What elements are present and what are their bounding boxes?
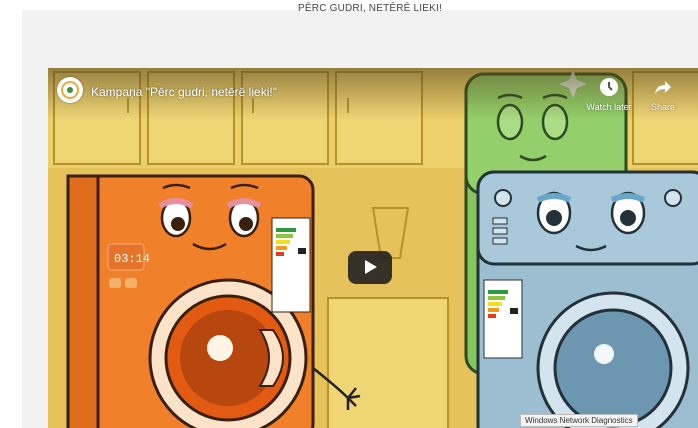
channel-avatar[interactable] (57, 77, 83, 103)
play-icon (365, 260, 377, 274)
svg-text:03:14: 03:14 (114, 252, 150, 266)
channel-logo-dot (67, 87, 73, 93)
clock-icon (600, 78, 618, 96)
video-player[interactable]: 03:14 Kampaņa "Pērc gudri, netērē lieki!… (48, 68, 698, 428)
watch-later-label: Watch later (586, 102, 632, 112)
video-caption: PĒRC GUDRI, NETĒRĒ LIEKI! (298, 3, 442, 14)
share-label: Share (650, 102, 676, 112)
video-title[interactable]: Kampaņa "Pērc gudri, netērē lieki!" (91, 85, 277, 99)
share-arrow-icon (655, 81, 671, 94)
watch-later-button[interactable]: Watch later (584, 76, 634, 112)
video-thumbnail: 03:14 (48, 68, 698, 428)
share-button[interactable]: Share (638, 76, 688, 112)
network-diagnostics-tooltip: Windows Network Diagnostics (520, 414, 638, 427)
play-button[interactable] (348, 251, 392, 284)
